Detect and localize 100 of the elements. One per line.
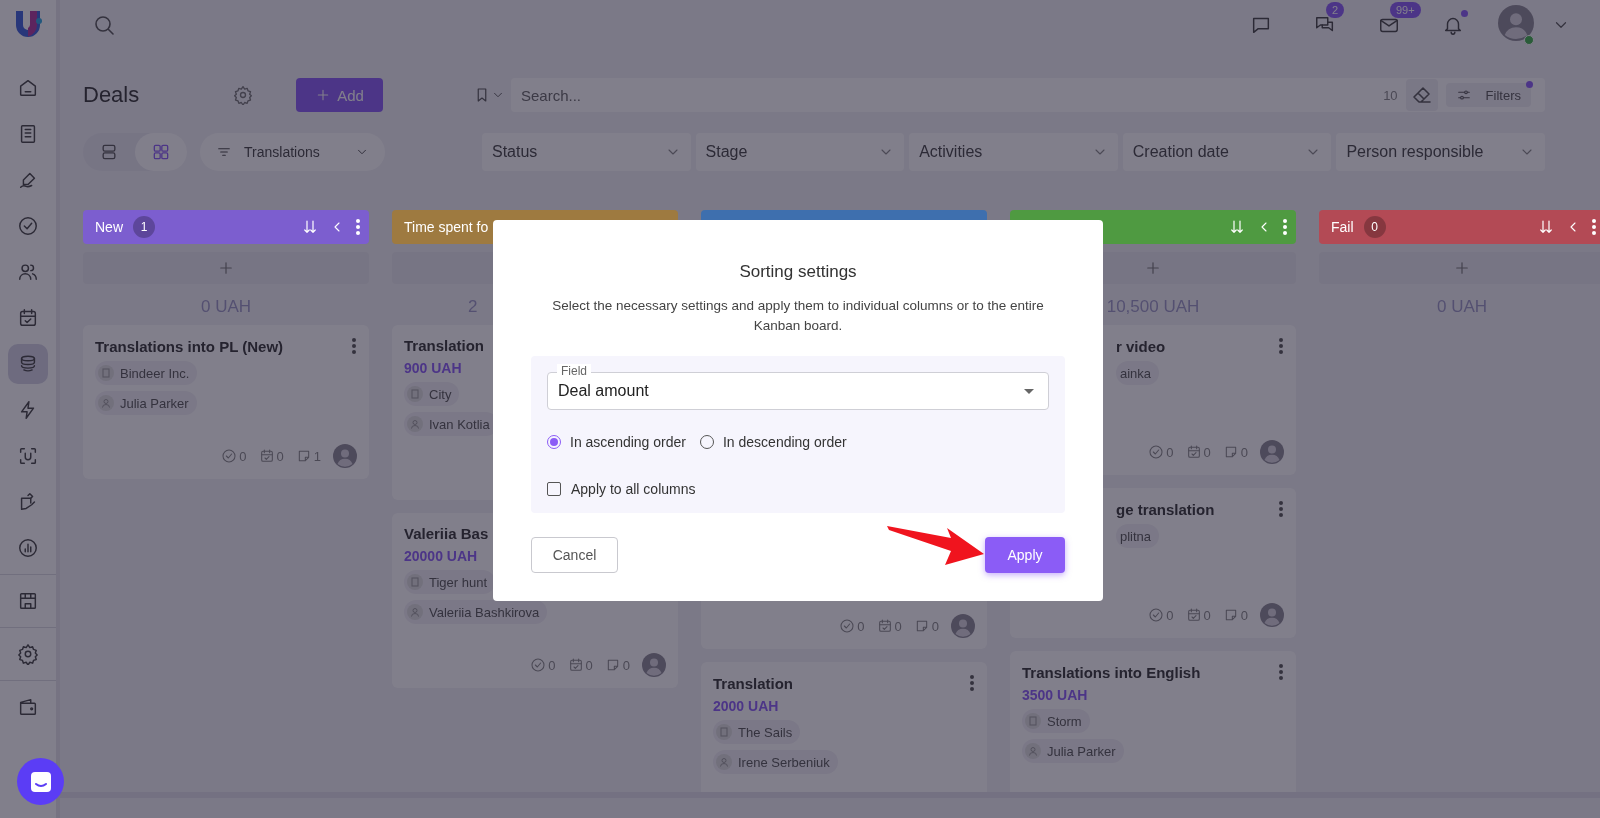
deal-card[interactable]: Translation 2000 UAH The Sails Irene Serbeniuk	[701, 662, 987, 792]
apply-button[interactable]: Apply	[985, 537, 1065, 573]
more-icon[interactable]	[969, 674, 975, 692]
more-icon[interactable]	[1278, 337, 1284, 355]
task-icon	[221, 448, 238, 464]
more-icon[interactable]	[351, 337, 357, 355]
plus-icon	[217, 259, 235, 277]
deal-title: Valeriia Bas	[404, 525, 490, 542]
person-chip[interactable]: Julia Parker	[95, 391, 197, 415]
calendar-icon	[1185, 607, 1202, 623]
dropdown-icon	[1024, 388, 1034, 394]
company-chip[interactable]: Storm	[1022, 709, 1090, 733]
calendar-icon	[567, 657, 584, 673]
store-icon	[17, 590, 39, 612]
sidebar-item[interactable]	[8, 344, 48, 384]
task-icon	[1148, 444, 1165, 460]
deal-title: r video	[1116, 337, 1167, 355]
home-icon	[17, 77, 39, 99]
order-radio[interactable]: In descending order	[699, 434, 847, 450]
company-chip[interactable]: Tiger hunt	[404, 570, 496, 594]
building-icon	[98, 365, 114, 381]
search-icon[interactable]	[92, 13, 116, 37]
avatar-icon	[951, 614, 975, 638]
deal-title: Translation	[404, 337, 486, 354]
person-icon	[407, 416, 423, 432]
person-chip[interactable]: plitna	[1116, 524, 1160, 548]
building-icon	[1025, 713, 1041, 729]
company-chip[interactable]: Bindeer Inc.	[95, 361, 198, 385]
filter-select[interactable]: Status	[482, 133, 691, 171]
users-icon	[17, 261, 39, 283]
person-icon	[407, 604, 423, 620]
count-badge: 1	[133, 216, 155, 238]
avatar-icon	[1260, 603, 1284, 627]
checkbox[interactable]	[547, 482, 561, 496]
filter-select[interactable]: Person responsible	[1336, 133, 1545, 171]
filter-select[interactable]: Activities	[909, 133, 1118, 171]
filters-button[interactable]: Filters	[1445, 83, 1531, 107]
person-chip[interactable]: Irene Serbeniuk	[713, 750, 838, 774]
task-icon	[1148, 607, 1165, 623]
deal-title: ge translation	[1116, 500, 1216, 518]
person-icon	[716, 754, 732, 770]
filter-select[interactable]: Creation date	[1122, 133, 1332, 171]
company-chip[interactable]: The Sails	[713, 720, 801, 744]
deal-amount: 20000 UAH	[404, 548, 478, 564]
more-icon[interactable]	[355, 218, 361, 236]
add-button[interactable]: Add	[296, 78, 383, 112]
filter-select[interactable]: Stage	[695, 133, 905, 171]
sort-icon[interactable]	[1537, 218, 1555, 236]
scan-icon	[17, 445, 39, 467]
settings-icon	[17, 643, 39, 665]
pipeline-select[interactable]: Translations	[200, 133, 385, 171]
more-icon[interactable]	[1278, 500, 1284, 518]
deal-amount: 3500 UAH	[1022, 687, 1088, 703]
page-title: Deals	[83, 82, 141, 108]
more-icon[interactable]	[1591, 218, 1597, 236]
deal-title: Translation	[713, 674, 795, 692]
building-icon	[716, 724, 732, 740]
plus-icon	[1453, 259, 1471, 277]
plus-icon	[1144, 259, 1162, 277]
more-icon[interactable]	[1282, 218, 1288, 236]
column-title: New	[95, 219, 123, 235]
dialog-title: Sorting settings	[739, 262, 857, 282]
deal-amount: 2000 UAH	[713, 698, 779, 714]
building-icon	[407, 386, 423, 402]
deal-card[interactable]: Translations into English 3500 UAH Storm Julia Parker	[1010, 651, 1296, 792]
calendar-icon	[258, 448, 275, 464]
sort-icon[interactable]	[1228, 218, 1246, 236]
board-view-tab[interactable]	[135, 133, 187, 171]
more-icon[interactable]	[1278, 663, 1284, 681]
person-chip[interactable]: ainka	[1116, 361, 1160, 385]
person-icon	[1025, 743, 1041, 759]
avatar-icon	[642, 653, 666, 677]
task-icon	[530, 657, 547, 673]
deal-title: Translations into English	[1022, 663, 1202, 681]
eraser-icon[interactable]	[1405, 79, 1438, 111]
avatar-icon	[333, 444, 357, 468]
person-icon	[98, 395, 114, 411]
rows-icon	[99, 142, 119, 162]
chart-icon	[17, 537, 39, 559]
deal-amount: 900 UAH	[404, 360, 462, 376]
column-title: Time spent fo	[404, 219, 489, 235]
wallet-icon	[17, 696, 39, 718]
grid-icon	[151, 142, 171, 162]
calendar-icon	[876, 618, 893, 634]
chat-icon	[29, 770, 52, 793]
person-chip[interactable]: Julia Parker	[1022, 739, 1124, 763]
avatar-icon	[1260, 440, 1284, 464]
logo-icon[interactable]	[13, 8, 43, 38]
count-badge: 0	[1363, 216, 1386, 238]
avatar-icon	[1498, 5, 1534, 41]
order-radio[interactable]: In ascending order	[547, 434, 686, 450]
building-icon	[407, 574, 423, 590]
company-chip[interactable]: City	[404, 382, 460, 406]
settings-icon[interactable]	[233, 85, 253, 105]
calendar-icon	[1185, 444, 1202, 460]
checkbox-label: Apply to all columns	[571, 481, 696, 497]
sort-icon[interactable]	[301, 218, 319, 236]
cancel-button[interactable]: Cancel	[531, 537, 618, 573]
task-icon	[839, 618, 856, 634]
person-chip[interactable]: Valeriia Bashkirova	[404, 600, 548, 624]
